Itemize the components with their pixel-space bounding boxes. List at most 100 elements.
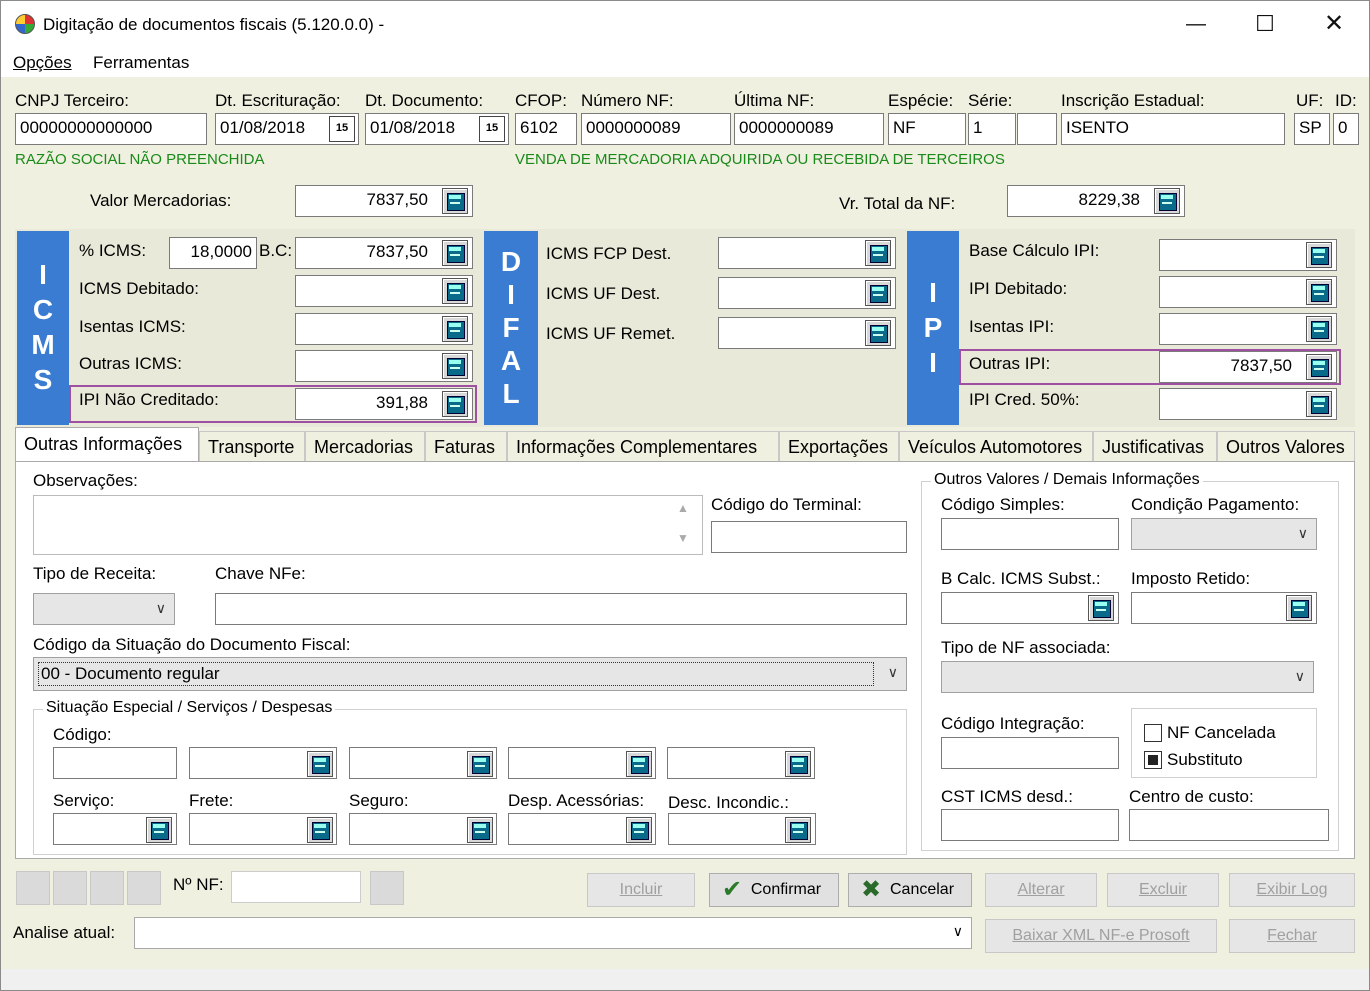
- centro-custo-input[interactable]: [1129, 809, 1329, 841]
- tab-mercadorias[interactable]: Mercadorias: [305, 431, 425, 463]
- calculator-icon[interactable]: [442, 391, 468, 417]
- calculator-icon[interactable]: [626, 817, 652, 843]
- tipo-receita-select[interactable]: ∨: [33, 593, 175, 625]
- imposto-retido-label: Imposto Retido:: [1131, 569, 1251, 588]
- nav-first-button[interactable]: [16, 871, 50, 905]
- calculator-icon[interactable]: [146, 817, 172, 843]
- dt-escrituracao-label: Dt. Escrituração:: [215, 91, 341, 110]
- nav-prev-button[interactable]: [53, 871, 87, 905]
- analise-atual-select[interactable]: ∨: [134, 917, 972, 949]
- excluir-button[interactable]: Excluir: [1107, 873, 1219, 907]
- menu-ferramentas[interactable]: Ferramentas: [93, 53, 189, 73]
- fechar-button[interactable]: Fechar: [1229, 919, 1355, 953]
- nf-cancelada-checkbox[interactable]: [1144, 724, 1162, 742]
- especie-input[interactable]: NF: [888, 113, 966, 145]
- tab-justificativas[interactable]: Justificativas: [1093, 431, 1217, 463]
- subserie-input[interactable]: [1017, 113, 1057, 145]
- serie-input[interactable]: 1: [968, 113, 1016, 145]
- maximize-icon[interactable]: ☐: [1250, 11, 1280, 37]
- tab-informacoes-complementares[interactable]: Informações Complementares: [507, 431, 779, 463]
- calculator-icon[interactable]: [626, 751, 652, 777]
- menu-opcoes[interactable]: Opções: [13, 53, 72, 73]
- incluir-button[interactable]: Incluir: [587, 873, 695, 907]
- tab-veiculos-automotores[interactable]: Veículos Automotores: [899, 431, 1093, 463]
- calculator-icon[interactable]: [442, 188, 468, 214]
- calculator-icon[interactable]: [1306, 242, 1332, 268]
- condicao-pagamento-select[interactable]: ∨: [1131, 518, 1317, 550]
- calculator-icon[interactable]: [307, 817, 333, 843]
- confirmar-button[interactable]: ✔ Confirmar: [709, 873, 839, 907]
- cnpj-input[interactable]: 00000000000000: [15, 113, 207, 145]
- scroll-down-icon[interactable]: ▼: [677, 531, 689, 545]
- codigo-simples-input[interactable]: [941, 518, 1119, 550]
- calendar-icon[interactable]: 15: [479, 116, 505, 142]
- calculator-icon[interactable]: [785, 751, 811, 777]
- substituto-checkbox[interactable]: [1144, 751, 1162, 769]
- pct-icms-label: % ICMS:: [79, 241, 147, 260]
- valor-mercadorias-label: Valor Mercadorias:: [90, 191, 232, 210]
- calculator-icon[interactable]: [467, 751, 493, 777]
- baixar-xml-button[interactable]: Baixar XML NF-e Prosoft: [985, 919, 1217, 953]
- calculator-icon[interactable]: [1286, 595, 1312, 621]
- tab-faturas[interactable]: Faturas: [425, 431, 507, 463]
- tab-outros-valores[interactable]: Outros Valores: [1217, 431, 1355, 463]
- alterar-button[interactable]: Alterar: [985, 873, 1097, 907]
- calculator-icon[interactable]: [442, 278, 468, 304]
- nnf-search-button[interactable]: [370, 871, 404, 905]
- calculator-icon[interactable]: [865, 280, 891, 306]
- exibir-log-button[interactable]: Exibir Log: [1229, 873, 1355, 907]
- calendar-icon[interactable]: 15: [329, 116, 355, 142]
- calculator-icon[interactable]: [1154, 188, 1180, 214]
- serie-label: Série:: [968, 91, 1013, 110]
- calculator-icon[interactable]: [865, 240, 891, 266]
- uf-label: UF:: [1296, 91, 1324, 110]
- calculator-icon[interactable]: [1306, 354, 1332, 380]
- situacao-select[interactable]: 00 - Documento regular ∨: [33, 657, 907, 691]
- tab-exportacoes[interactable]: Exportações: [779, 431, 899, 463]
- calculator-icon[interactable]: [442, 316, 468, 342]
- nf-cancelada-label: NF Cancelada: [1167, 723, 1276, 742]
- calculator-icon[interactable]: [865, 320, 891, 346]
- chave-nfe-input[interactable]: [215, 593, 907, 625]
- tab-transporte[interactable]: Transporte: [199, 431, 305, 463]
- calculator-icon[interactable]: [785, 817, 811, 843]
- tab-outras-informacoes[interactable]: Outras Informações: [15, 427, 199, 463]
- substituto-label: Substituto: [1167, 750, 1243, 769]
- numero-nf-input[interactable]: 0000000089: [581, 113, 731, 145]
- nnf-input[interactable]: [231, 871, 361, 903]
- ie-label: Inscrição Estadual:: [1061, 91, 1205, 110]
- calculator-icon[interactable]: [442, 353, 468, 379]
- close-icon[interactable]: ✕: [1319, 11, 1349, 37]
- cancelar-button[interactable]: ✖ Cancelar: [848, 873, 972, 907]
- minimize-icon[interactable]: —: [1181, 11, 1211, 37]
- scroll-up-icon[interactable]: ▲: [677, 501, 689, 515]
- dt-documento-label: Dt. Documento:: [365, 91, 484, 110]
- cst-icms-desd-label: CST ICMS desd.:: [941, 787, 1073, 806]
- calculator-icon[interactable]: [467, 817, 493, 843]
- nav-next-button[interactable]: [90, 871, 124, 905]
- calculator-icon[interactable]: [307, 751, 333, 777]
- cst-icms-desd-input[interactable]: [941, 809, 1119, 841]
- uf-input[interactable]: SP: [1294, 113, 1330, 145]
- calculator-icon[interactable]: [1306, 316, 1332, 342]
- calculator-icon[interactable]: [1306, 391, 1332, 417]
- ultima-nf-input[interactable]: 0000000089: [734, 113, 884, 145]
- calculator-icon[interactable]: [442, 240, 468, 266]
- cfop-input[interactable]: 6102: [515, 113, 577, 145]
- codigo-terminal-input[interactable]: [711, 521, 907, 553]
- pct-icms-input[interactable]: 18,0000: [169, 237, 257, 269]
- codigo-integracao-input[interactable]: [941, 737, 1119, 769]
- bc-label: B.C:: [259, 241, 293, 260]
- ie-input[interactable]: ISENTO: [1061, 113, 1285, 145]
- tipo-nf-associada-select[interactable]: ∨: [941, 661, 1314, 693]
- chave-nfe-label: Chave NFe:: [215, 564, 306, 583]
- calculator-icon[interactable]: [1088, 595, 1114, 621]
- observacoes-textarea[interactable]: [33, 495, 703, 555]
- id-input[interactable]: 0: [1333, 113, 1359, 145]
- nav-last-button[interactable]: [127, 871, 161, 905]
- codigo-input[interactable]: [53, 747, 177, 779]
- codigo-simples-label: Código Simples:: [941, 495, 1065, 514]
- chevron-down-icon: ∨: [887, 664, 898, 680]
- calculator-icon[interactable]: [1306, 279, 1332, 305]
- icms-bar: ICMS: [17, 231, 69, 425]
